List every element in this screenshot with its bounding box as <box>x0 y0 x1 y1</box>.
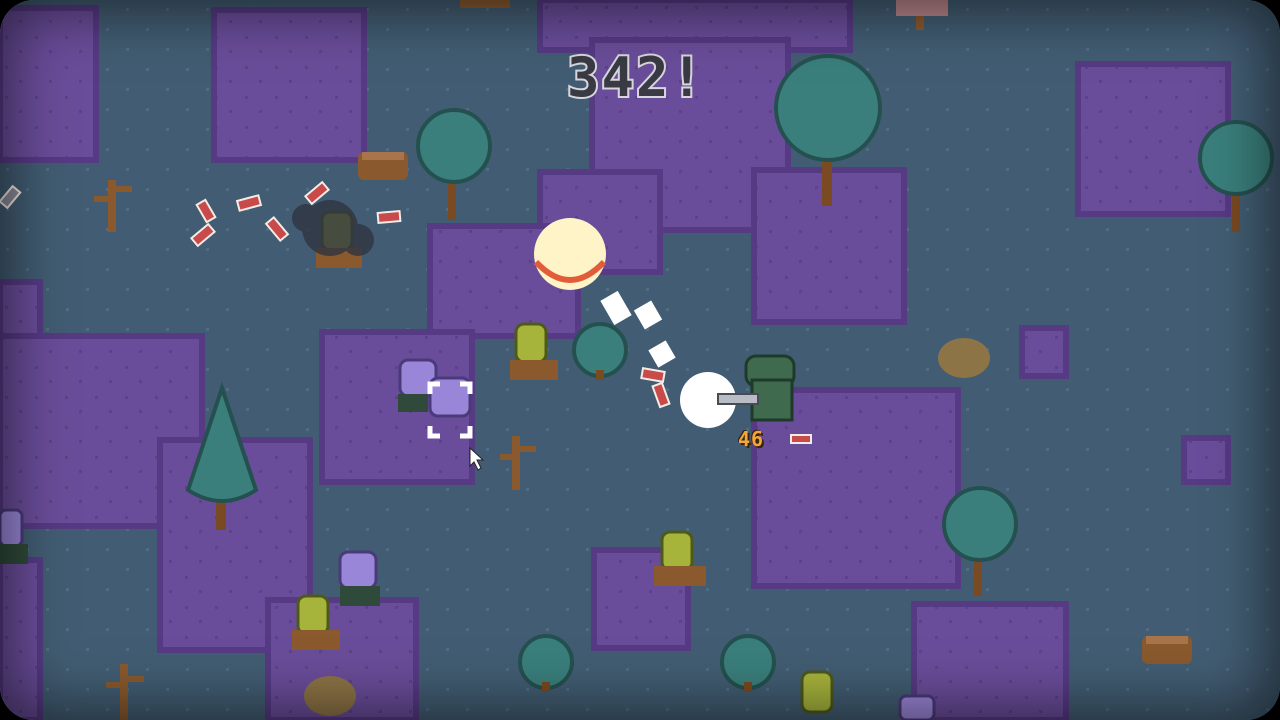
game-viewport[interactable]: 342! 342! 46 <box>0 0 1280 720</box>
ammo-counter: 46 <box>738 427 765 451</box>
score-counter: 342! <box>566 46 706 109</box>
explosion-flash <box>533 218 607 290</box>
shotgun-shell-icon <box>790 434 812 444</box>
